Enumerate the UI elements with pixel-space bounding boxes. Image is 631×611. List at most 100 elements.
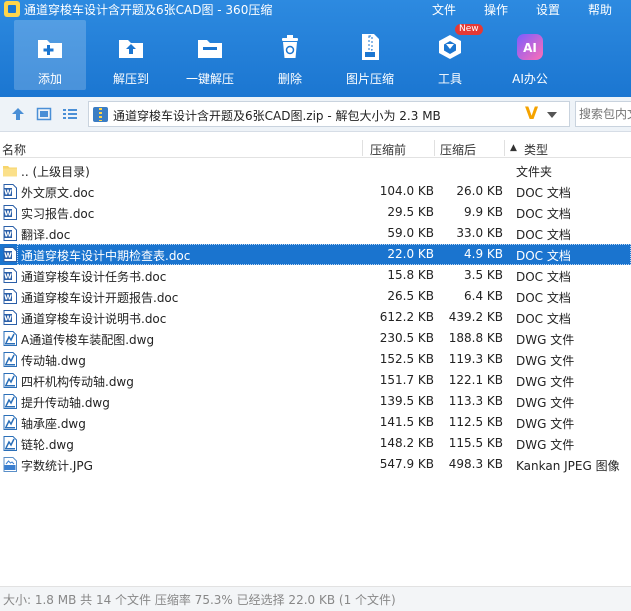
column-divider[interactable] [362,140,363,156]
file-row[interactable]: 提升传动轴.dwg 139.5 KB 113.3 KB DWG 文件 [0,391,631,412]
file-row[interactable]: 传动轴.dwg 152.5 KB 119.3 KB DWG 文件 [0,349,631,370]
address-row: 通道穿梭车设计含开题及6张CAD图.zip - 解包大小为 2.3 MB V [0,97,631,132]
ai-office-button[interactable]: AI AI办公 [494,20,566,90]
one-click-folder-icon [198,40,222,58]
address-bar[interactable]: 通道穿梭车设计含开题及6张CAD图.zip - 解包大小为 2.3 MB V [88,101,570,127]
file-size: 59.0 KB [387,226,434,240]
file-type: DOC 文档 [516,228,571,242]
window-title: 通道穿梭车设计含开题及6张CAD图 - 360压缩 [24,3,273,17]
file-row[interactable]: W 通道穿梭车设计任务书.doc 15.8 KB 3.5 KB DOC 文档 [0,265,631,286]
file-type: DWG 文件 [516,438,575,452]
file-row[interactable]: W 实习报告.doc 29.5 KB 9.9 KB DOC 文档 [0,202,631,223]
word-doc-icon: W [3,226,17,241]
extract-to-label: 解压到 [112,72,149,86]
file-type: DWG 文件 [516,375,575,389]
file-size: 29.5 KB [387,205,434,219]
menu-file[interactable]: 文件 [432,1,456,18]
menu-settings[interactable]: 设置 [536,1,560,18]
tools-button[interactable]: New 工具 [414,20,486,90]
column-size-after[interactable]: 压缩后 [440,141,476,158]
title-bar: 通道穿梭车设计含开题及6张CAD图 - 360压缩 文件 操作 设置 帮助 [0,0,631,18]
column-size-before[interactable]: 压缩前 [370,141,406,158]
file-size: 152.5 KB [379,352,434,366]
new-badge: New [455,24,483,35]
file-row[interactable]: 链轮.dwg 148.2 KB 115.5 KB DWG 文件 [0,433,631,454]
file-size: 141.5 KB [379,415,434,429]
file-name: 字数统计.JPG [21,459,93,473]
tools-label: 工具 [437,72,462,86]
svg-text:W: W [4,189,12,197]
svg-text:W: W [4,315,12,323]
jpeg-file-icon [3,457,17,472]
trash-icon [282,35,298,58]
file-type: DWG 文件 [516,354,575,368]
file-compressed-size: 3.5 KB [464,268,503,282]
file-name: 通道穿梭车设计中期检查表.doc [21,249,191,263]
file-name: 四杆机构传动轴.dwg [21,375,134,389]
file-size: 547.9 KB [379,457,434,471]
file-row[interactable]: 轴承座.dwg 141.5 KB 112.5 KB DWG 文件 [0,412,631,433]
extract-to-button[interactable]: 解压到 [95,20,167,90]
menu-help[interactable]: 帮助 [588,1,612,18]
file-type: Kankan JPEG 图像 [516,459,620,473]
file-row[interactable]: W 翻译.doc 59.0 KB 33.0 KB DOC 文档 [0,223,631,244]
word-doc-icon: W [3,310,17,325]
add-button[interactable]: 添加 [14,20,86,90]
add-folder-icon [38,40,62,58]
word-doc-icon: W [3,247,17,262]
one-click-extract-button[interactable]: 一键解压 [174,20,246,90]
file-row[interactable]: A通道传梭车装配图.dwg 230.5 KB 188.8 KB DWG 文件 [0,328,631,349]
up-arrow-icon[interactable] [10,106,26,122]
file-row[interactable]: W 通道穿梭车设计开题报告.doc 26.5 KB 6.4 KB DOC 文档 [0,286,631,307]
file-size: 139.5 KB [379,394,434,408]
add-label: 添加 [37,72,62,86]
column-header: 名称 压缩前 压缩后 ▲ 类型 [0,138,631,158]
column-divider[interactable] [434,140,435,156]
file-type: 文件夹 [516,165,553,179]
file-row[interactable]: .. (上级目录) 文件夹 [0,160,631,181]
file-type: DOC 文档 [516,270,571,284]
file-row[interactable]: W 外文原文.doc 104.0 KB 26.0 KB DOC 文档 [0,181,631,202]
list-view-icon[interactable] [62,106,78,122]
one-click-extract-label: 一键解压 [185,72,234,86]
file-type: DOC 文档 [516,249,571,263]
thumbnail-view-icon[interactable] [36,106,52,122]
file-row[interactable]: 字数统计.JPG 547.9 KB 498.3 KB Kankan JPEG 图像 [0,454,631,475]
file-compressed-size: 4.9 KB [464,247,503,261]
column-divider[interactable] [504,140,505,156]
file-size: 26.5 KB [387,289,434,303]
search-input[interactable] [575,101,631,127]
file-compressed-size: 188.8 KB [448,331,503,345]
column-type[interactable]: 类型 [524,141,548,158]
v-logo-icon[interactable]: V [525,104,538,124]
file-compressed-size: 115.5 KB [448,436,503,450]
file-type: DOC 文档 [516,312,571,326]
tools-cube-icon [439,35,461,59]
delete-button[interactable]: 删除 [254,20,326,90]
image-compress-button[interactable]: 图片压缩 [334,20,406,90]
file-compressed-size: 6.4 KB [464,289,503,303]
file-type: DWG 文件 [516,417,575,431]
file-compressed-size: 122.1 KB [448,373,503,387]
file-size: 612.2 KB [379,310,434,324]
status-bar: 大小: 1.8 MB 共 14 个文件 压缩率 75.3% 已经选择 22.0 … [0,586,631,611]
file-size: 151.7 KB [379,373,434,387]
file-type: DOC 文档 [516,207,571,221]
file-row[interactable]: W 通道穿梭车设计说明书.doc 612.2 KB 439.2 KB DOC 文档 [0,307,631,328]
file-size: 22.0 KB [387,247,434,261]
column-name[interactable]: 名称 [2,141,26,158]
file-row[interactable]: W 通道穿梭车设计中期检查表.doc 22.0 KB 4.9 KB DOC 文档 [0,244,631,265]
menu-action[interactable]: 操作 [484,1,508,18]
file-compressed-size: 439.2 KB [448,310,503,324]
file-row[interactable]: 四杆机构传动轴.dwg 151.7 KB 122.1 KB DWG 文件 [0,370,631,391]
chevron-down-icon[interactable] [547,112,557,118]
address-path: 通道穿梭车设计含开题及6张CAD图.zip - 解包大小为 2.3 MB [113,109,441,123]
file-compressed-size: 113.3 KB [448,394,503,408]
file-list: .. (上级目录) 文件夹 W 外文原文.doc 104.0 KB 26.0 KB DOC … [0,160,631,480]
status-text: 大小: 1.8 MB 共 14 个文件 压缩率 75.3% 已经选择 22.0 … [3,593,396,607]
file-compressed-size: 26.0 KB [456,184,503,198]
file-name: 通道穿梭车设计开题报告.doc [21,291,179,305]
file-compressed-size: 112.5 KB [448,415,503,429]
file-name: 通道穿梭车设计说明书.doc [21,312,167,326]
file-type: DOC 文档 [516,186,571,200]
